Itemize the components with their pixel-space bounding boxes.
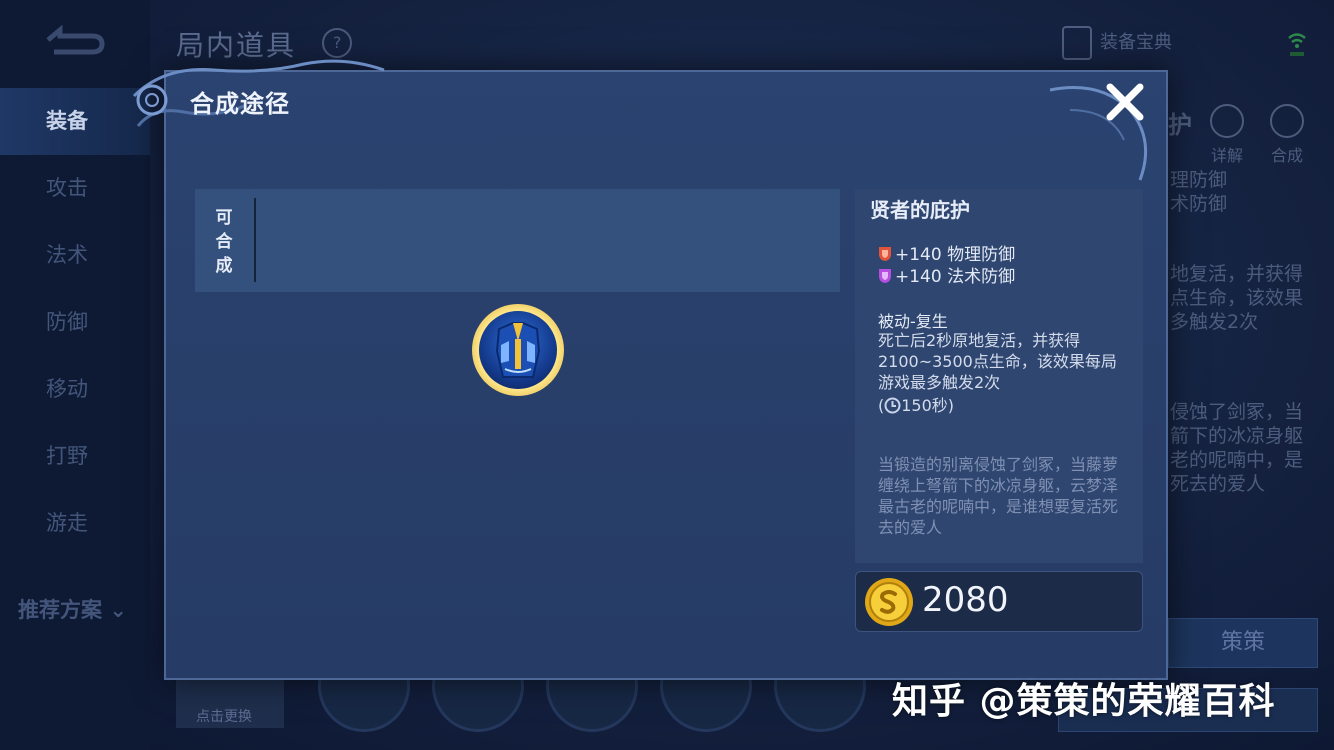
- cooldown-value: 150秒): [901, 396, 955, 415]
- bg-passive-line: 多触发2次: [1170, 311, 1259, 333]
- cooldown: ( 150秒): [878, 396, 955, 415]
- codex-button[interactable]: 装备宝典: [1062, 26, 1172, 60]
- tab-jungle[interactable]: 打野: [0, 423, 150, 490]
- gold-coin-icon: [865, 578, 913, 626]
- magic-shield-icon: [879, 269, 891, 283]
- tab-roam[interactable]: 游走: [0, 490, 150, 557]
- tab-movement[interactable]: 移动: [0, 356, 150, 423]
- bg-stat-line: 理防御: [1170, 169, 1228, 191]
- cooldown-icon: [884, 397, 901, 414]
- passive-description: 死亡后2秒原地复活，并获得2100~3500点生命，该效果每局游戏最多触发2次: [878, 331, 1117, 392]
- passive-name: 被动-复生: [878, 312, 948, 331]
- bg-passive-line: 地复活，并获得: [1170, 263, 1304, 285]
- item-icon-sage-protection[interactable]: [472, 304, 564, 396]
- bg-lore-line: 箭下的冰凉身躯: [1170, 425, 1304, 447]
- play-icon: [1210, 104, 1244, 138]
- stat-physical-defense: +140 物理防御: [878, 244, 1015, 266]
- item-heading-fragment: 护: [1168, 111, 1192, 139]
- bg-passive-line: 点生命，该效果: [1170, 287, 1304, 309]
- item-price: 2080: [922, 580, 1009, 620]
- modal-title: 合成途径: [190, 90, 290, 118]
- codex-icon: [1062, 26, 1092, 60]
- item-name: 贤者的庇护: [870, 198, 970, 222]
- synthesizable-label: 可合成: [215, 208, 233, 276]
- category-tabs: 装备 攻击 法术 防御 移动 打野 游走: [0, 88, 150, 557]
- bg-lore-line: 侵蚀了剑冢，当: [1170, 401, 1304, 423]
- scheme-button[interactable]: 策策: [1168, 618, 1318, 668]
- bg-lore-line: 死去的爱人: [1170, 473, 1266, 495]
- close-button[interactable]: [1102, 80, 1148, 124]
- close-icon: [1106, 83, 1144, 121]
- divider: [254, 198, 256, 282]
- stat-magic-defense: +140 法术防御: [878, 266, 1015, 288]
- synthesize-button[interactable]: 合成: [1262, 104, 1312, 166]
- tab-defense[interactable]: 防御: [0, 289, 150, 356]
- tab-attack[interactable]: 攻击: [0, 155, 150, 222]
- physical-shield-icon: [879, 247, 891, 261]
- recommend-dropdown[interactable]: 推荐方案 ⌄: [18, 594, 127, 624]
- chevron-down-icon: ⌄: [109, 598, 127, 622]
- item-lore: 当锻造的别离侵蚀了剑冢，当藤萝缠绕上弩箭下的冰凉身躯，云梦泽最古老的呢喃中，是谁…: [878, 455, 1119, 537]
- back-button[interactable]: [40, 22, 110, 58]
- synthesis-row: [195, 189, 840, 292]
- armor-icon: [479, 311, 557, 389]
- wifi-icon: [1288, 33, 1306, 56]
- tab-magic[interactable]: 法术: [0, 222, 150, 289]
- detail-button[interactable]: 详解: [1202, 104, 1252, 166]
- bg-stat-line: 术防御: [1170, 193, 1228, 215]
- recommend-label: 推荐方案: [18, 598, 102, 622]
- watermark: 知乎 @策策的荣耀百科: [892, 681, 1276, 722]
- change-hero-label: 点击更换: [196, 709, 252, 725]
- bg-lore-line: 老的呢喃中，是: [1170, 449, 1304, 471]
- back-arrow-icon: [46, 24, 105, 55]
- synthesize-icon: [1270, 104, 1304, 138]
